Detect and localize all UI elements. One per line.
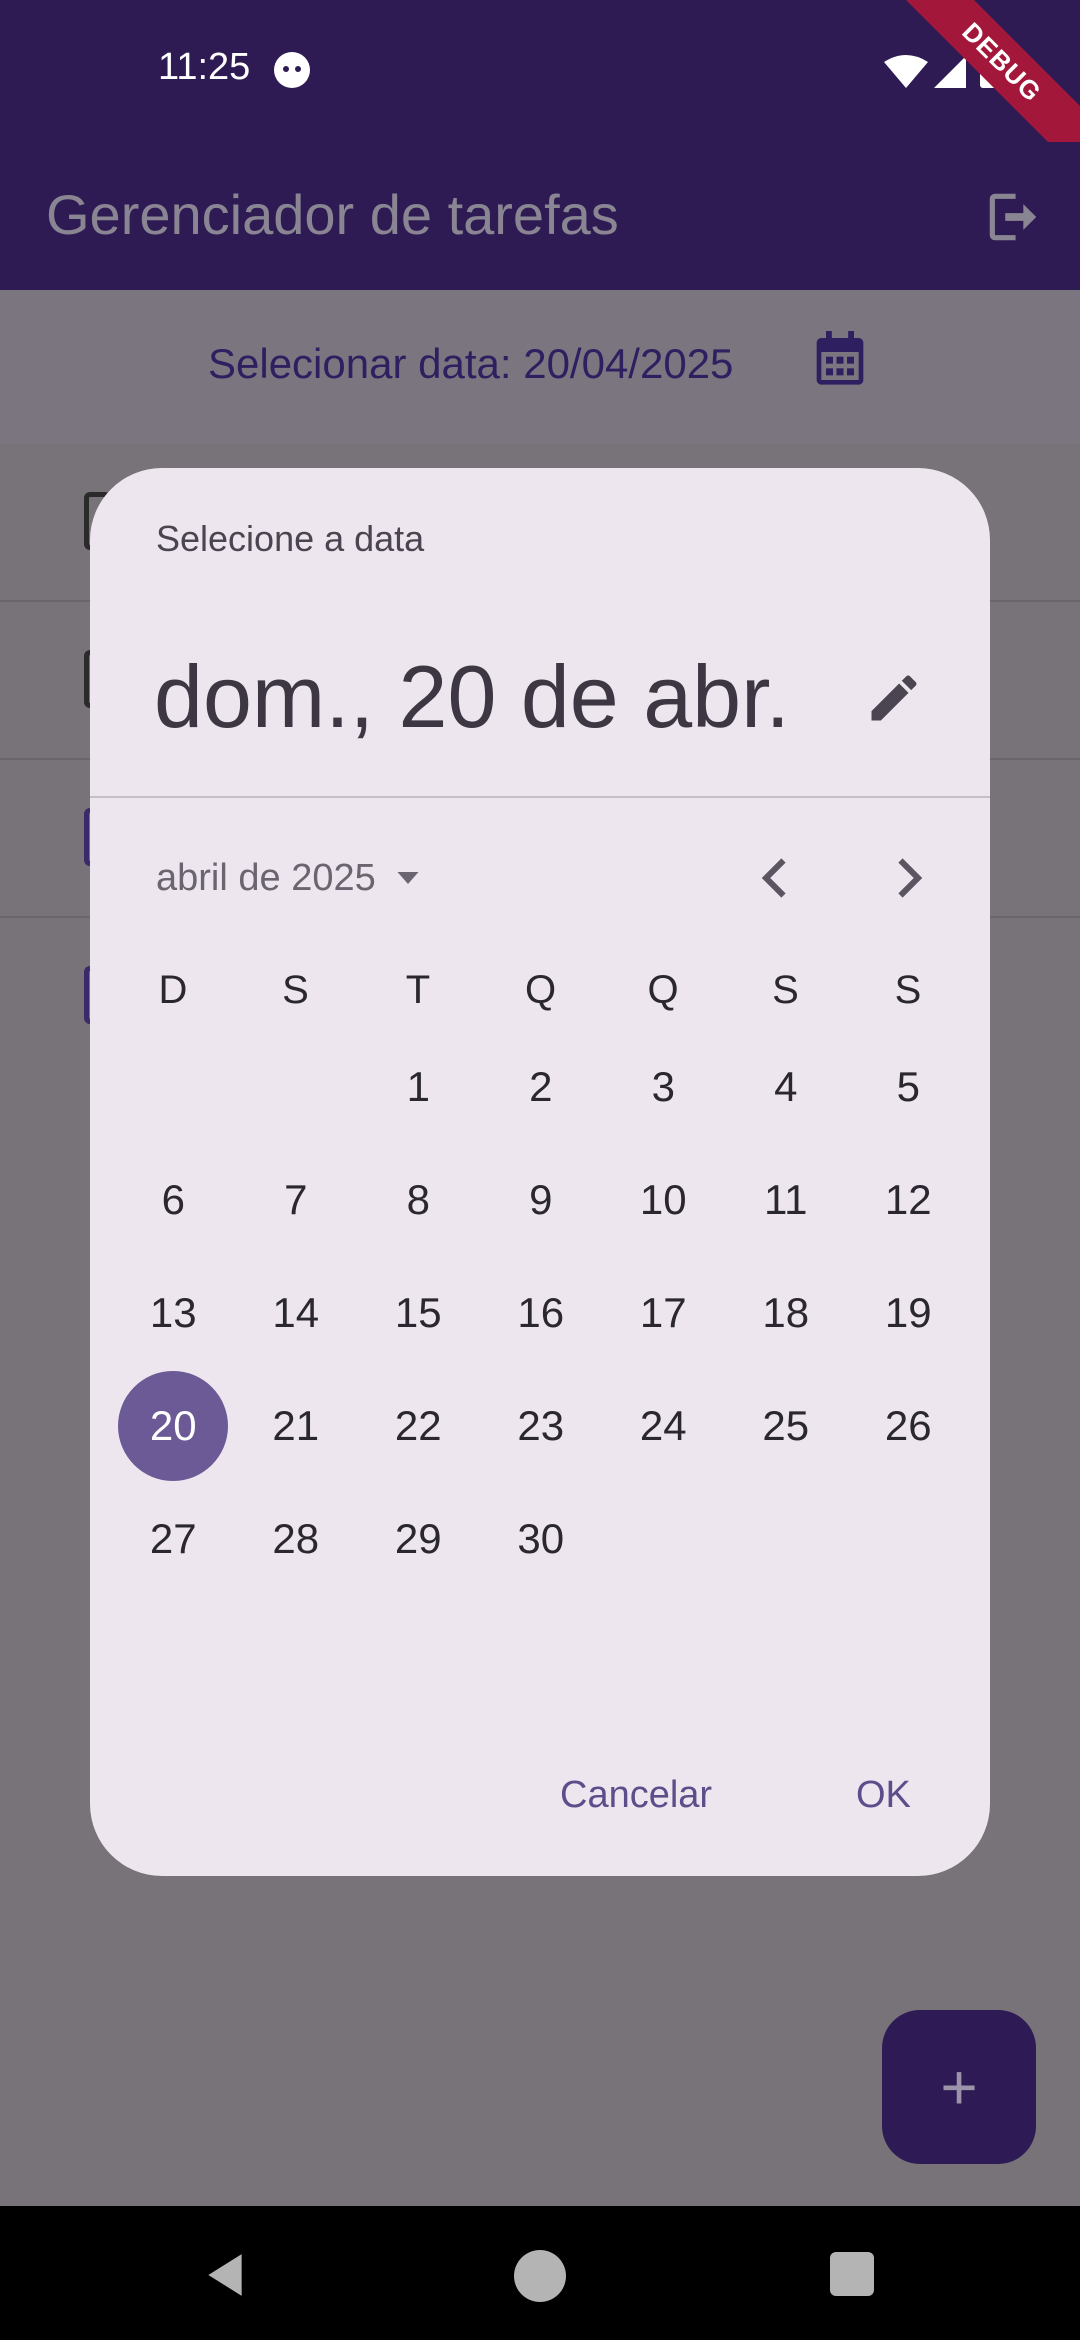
weekday-label: Q bbox=[647, 968, 679, 1012]
ok-button[interactable]: OK bbox=[856, 1774, 911, 1817]
calendar-day[interactable]: 12 bbox=[853, 1145, 963, 1255]
calendar-day[interactable]: 4 bbox=[731, 1032, 841, 1142]
wifi-icon bbox=[884, 55, 928, 88]
calendar-day[interactable]: 19 bbox=[853, 1258, 963, 1368]
calendar-day[interactable]: 5 bbox=[853, 1032, 963, 1142]
calendar-day[interactable]: 13 bbox=[118, 1258, 228, 1368]
calendar-day[interactable]: 8 bbox=[363, 1145, 473, 1255]
signal-icon bbox=[934, 56, 966, 88]
plus-icon: + bbox=[940, 2051, 978, 2123]
weekday-label: S bbox=[282, 968, 309, 1012]
calendar-icon[interactable] bbox=[812, 328, 868, 390]
calendar-day[interactable]: 6 bbox=[118, 1145, 228, 1255]
calendar-day[interactable]: 21 bbox=[241, 1371, 351, 1481]
calendar-day[interactable]: 3 bbox=[608, 1032, 718, 1142]
dropdown-arrow-icon bbox=[397, 872, 419, 884]
previous-month-icon[interactable] bbox=[746, 848, 806, 908]
date-selector-label: Selecionar data: 20/04/2025 bbox=[208, 340, 734, 387]
weekday-label: D bbox=[158, 968, 188, 1012]
calendar-day[interactable]: 1 bbox=[363, 1032, 473, 1142]
weekday-header: DSTQQSS bbox=[112, 968, 970, 1038]
calendar-day[interactable]: 30 bbox=[486, 1484, 596, 1594]
calendar-day[interactable]: 27 bbox=[118, 1484, 228, 1594]
calendar-day[interactable]: 14 bbox=[241, 1258, 351, 1368]
calendar-day[interactable]: 11 bbox=[731, 1145, 841, 1255]
calendar-day[interactable]: 26 bbox=[853, 1371, 963, 1481]
selected-day[interactable]: 20 bbox=[118, 1371, 229, 1481]
calendar-day[interactable]: 18 bbox=[731, 1258, 841, 1368]
weekday-label: T bbox=[405, 968, 431, 1012]
month-year-selector[interactable]: abril de 2025 bbox=[156, 848, 426, 908]
pencil-icon[interactable] bbox=[864, 668, 924, 728]
weekday-label: S bbox=[894, 968, 922, 1012]
divider bbox=[90, 796, 990, 798]
app-bar: Gerenciador de tarefas bbox=[0, 142, 1080, 290]
back-icon[interactable] bbox=[200, 2250, 250, 2300]
date-picker-dialog: Selecione a data dom., 20 de abr. abril … bbox=[90, 468, 990, 1876]
next-month-icon[interactable] bbox=[878, 848, 938, 908]
month-year-label: abril de 2025 bbox=[156, 856, 376, 899]
calendar-day[interactable]: 29 bbox=[363, 1484, 473, 1594]
home-icon[interactable] bbox=[514, 2250, 566, 2302]
cancel-button[interactable]: Cancelar bbox=[560, 1774, 712, 1817]
calendar-day[interactable]: 7 bbox=[241, 1145, 351, 1255]
calendar-day[interactable]: 22 bbox=[363, 1371, 473, 1481]
logout-icon[interactable] bbox=[982, 186, 1044, 248]
add-task-button[interactable]: + bbox=[882, 2010, 1036, 2164]
calendar-day[interactable]: 17 bbox=[608, 1258, 718, 1368]
calendar-day[interactable]: 25 bbox=[731, 1371, 841, 1481]
calendar-day[interactable]: 2 bbox=[486, 1032, 596, 1142]
calendar-day[interactable]: 9 bbox=[486, 1145, 596, 1255]
status-bar: 11:25 DEBUG bbox=[0, 0, 1080, 186]
selected-date-headline: dom., 20 de abr. bbox=[154, 647, 790, 746]
app-title: Gerenciador de tarefas bbox=[46, 183, 619, 246]
calendar-day[interactable]: 15 bbox=[363, 1258, 473, 1368]
notification-app-icon bbox=[274, 52, 310, 88]
calendar-day[interactable]: 23 bbox=[486, 1371, 596, 1481]
calendar-day[interactable]: 24 bbox=[608, 1371, 718, 1481]
system-nav-bar bbox=[0, 2206, 1080, 2340]
status-time: 11:25 bbox=[158, 46, 251, 88]
days-grid: 1 2 3 4 5 6 7 8 9 10 11 12 13 14 15 16 17 18 19 20 21 22 23 24 2… bbox=[112, 1063, 970, 1646]
calendar-day[interactable]: 10 bbox=[608, 1145, 718, 1255]
date-selector[interactable]: Selecionar data: 20/04/2025 bbox=[0, 290, 1080, 444]
recents-icon[interactable] bbox=[830, 2252, 874, 2296]
weekday-label: S bbox=[772, 968, 799, 1012]
dialog-help-text: Selecione a data bbox=[156, 518, 425, 559]
calendar-day[interactable]: 28 bbox=[241, 1484, 351, 1594]
calendar-day[interactable]: 16 bbox=[486, 1258, 596, 1368]
weekday-label: Q bbox=[524, 968, 557, 1012]
